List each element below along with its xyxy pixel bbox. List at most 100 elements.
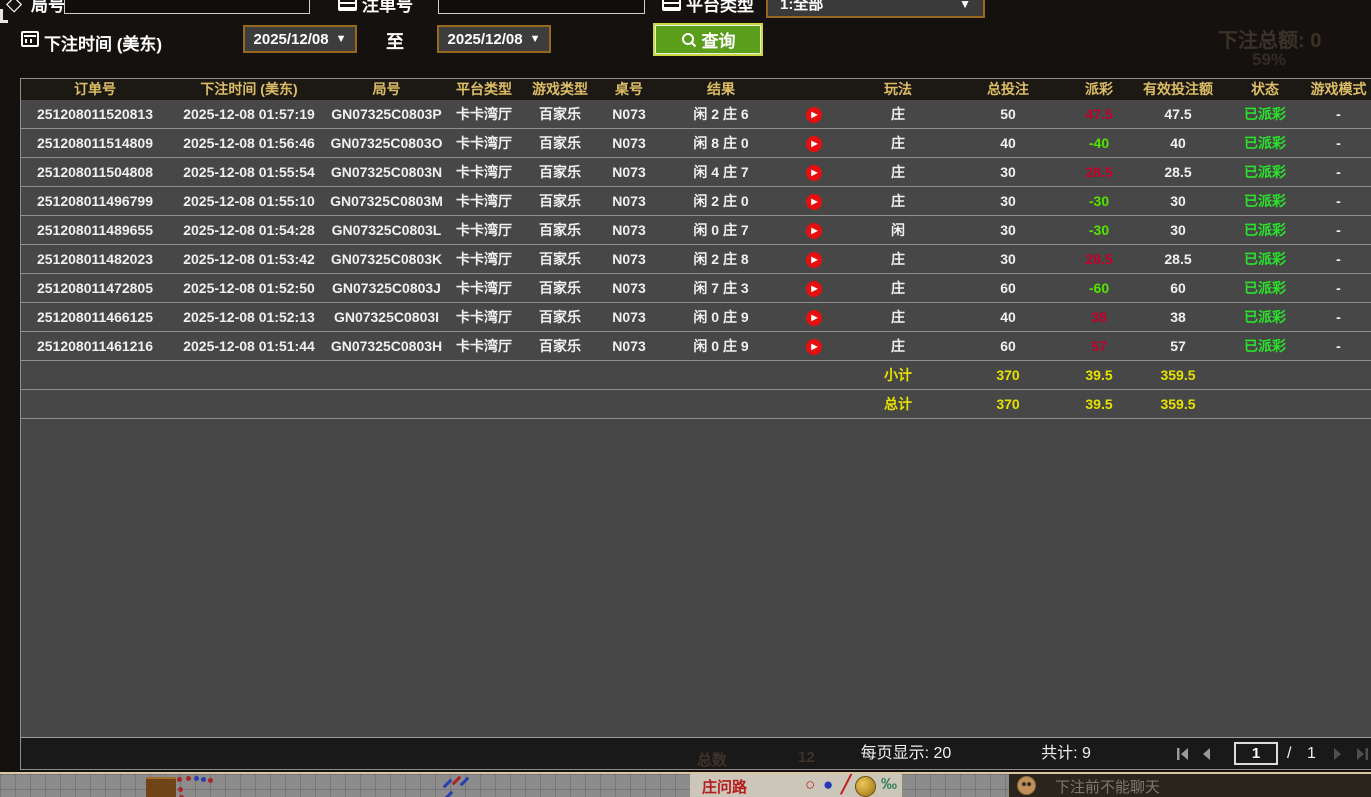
order-id: 251208011520813: [36, 106, 154, 122]
play-result-icon[interactable]: ▶: [806, 339, 822, 356]
permille-symbol: ‰: [881, 776, 897, 793]
game-mode: -: [1336, 135, 1341, 151]
game-mode: -: [1336, 251, 1341, 267]
totals-empty-cell: [524, 390, 596, 418]
status: 已派彩: [1244, 135, 1286, 151]
order-id: 251208011514809: [36, 135, 154, 151]
table-id: N073: [612, 164, 646, 180]
platform-label: 平台类型: [686, 0, 754, 15]
game-mode: -: [1336, 338, 1341, 354]
totals-empty-cell: [662, 361, 780, 389]
result: 闲 2 庄 8: [693, 251, 749, 267]
table-id: N073: [612, 106, 646, 122]
page-separator: /: [1287, 745, 1292, 762]
platform-select[interactable]: 1:全部 ▼: [766, 0, 985, 18]
payout: 28.5: [1085, 251, 1113, 267]
to-label: 至: [386, 32, 404, 52]
result: 闲 0 庄 9: [693, 338, 749, 354]
table-row: 251208011489655 2025-12-08 01:54:28 GN0732…: [21, 216, 1371, 245]
totals-payout: 39.5: [1085, 396, 1113, 412]
totals-empty-cell: [169, 361, 329, 389]
game-type: 百家乐: [539, 222, 581, 238]
betting-records-screen: 下注总额: 0 59% ◇ 局号 注单号 平台类型 1:全部 ▼ 下注时间 (美…: [0, 0, 1371, 797]
order-input[interactable]: [438, 0, 645, 14]
order-id: 251208011466125: [36, 309, 154, 325]
totals-empty-cell: [21, 390, 169, 418]
page-number-input[interactable]: [1234, 742, 1278, 765]
totals-empty-cell: [1226, 361, 1304, 389]
roadmap-red-dot: [208, 778, 213, 783]
totals-empty-cell: [780, 361, 848, 389]
query-button-label: 查询: [701, 32, 736, 51]
last-page-button[interactable]: [1355, 747, 1369, 761]
game-background-strip: 庄问路 ○ ● ╱ ‰ 下注前不能聊天: [0, 772, 1371, 797]
records-table-panel: 订单号 下注时间 (美东) 局号 平台类型 游戏类型 桌号 结果 玩法 总投注 派彩 有效投注额 状态…: [20, 78, 1371, 770]
play-icon-cell: ▶: [780, 100, 848, 128]
play-result-icon[interactable]: ▶: [806, 136, 822, 153]
page-total: 1: [1307, 745, 1316, 762]
table-footer: 每页显示: 20 共计: 9 / 1: [21, 737, 1371, 769]
bet-option: 庄: [891, 164, 905, 180]
grand-total-row: 总计 370 39.5 359.5: [21, 390, 1371, 419]
play-result-icon[interactable]: ▶: [806, 165, 822, 182]
valid-bet: 38: [1170, 309, 1186, 325]
game-type: 百家乐: [539, 251, 581, 267]
round-input[interactable]: [64, 0, 310, 14]
totals-empty-cell: [21, 361, 169, 389]
play-result-icon[interactable]: ▶: [806, 252, 822, 269]
game-mode: -: [1336, 106, 1341, 122]
order-id: 251208011482023: [36, 251, 154, 267]
date-to-select[interactable]: 2025/12/08 ▼: [437, 25, 551, 53]
column-header-valid-bet: 有效投注额: [1143, 81, 1213, 97]
chat-bar: 下注前不能聊天: [1009, 774, 1371, 797]
page-size-label: 每页显示: 20: [860, 745, 952, 762]
totals-empty-cell: [169, 390, 329, 418]
total-bet: 60: [1000, 280, 1016, 296]
round-id: GN07325C0803J: [332, 280, 441, 296]
hollow-circle-symbol: ○: [805, 775, 816, 794]
game-type: 百家乐: [539, 193, 581, 209]
date-from-select[interactable]: 2025/12/08 ▼: [243, 25, 357, 53]
table-row: 251208011472805 2025-12-08 01:52:50 GN0732…: [21, 274, 1371, 303]
platform-type: 卡卡湾厅: [456, 251, 512, 267]
payout: -30: [1088, 222, 1110, 238]
bet-option: 庄: [891, 280, 905, 296]
filter-bar: 下注总额: 0 59% ◇ 局号 注单号 平台类型 1:全部 ▼ 下注时间 (美…: [0, 0, 1371, 78]
bet-time: 2025-12-08 01:56:46: [183, 135, 315, 151]
bet-option: 闲: [891, 222, 905, 238]
order-label: 注单号: [362, 0, 413, 15]
bet-option: 庄: [891, 309, 905, 325]
valid-bet: 57: [1170, 338, 1186, 354]
totals-empty-cell: [596, 390, 662, 418]
valid-bet: 30: [1170, 222, 1186, 238]
prev-page-button[interactable]: [1199, 747, 1213, 761]
round-label: 局号: [31, 0, 65, 15]
order-id: 251208011472805: [36, 280, 154, 296]
table-row: 251208011514809 2025-12-08 01:56:46 GN0732…: [21, 129, 1371, 158]
roadmap-blue-dot: [201, 777, 206, 782]
play-result-icon[interactable]: ▶: [806, 223, 822, 240]
bet-option: 庄: [891, 106, 905, 122]
column-header-order-id: 订单号: [74, 81, 116, 97]
table-row: 251208011461216 2025-12-08 01:51:44 GN0732…: [21, 332, 1371, 361]
totals-empty-cell: [524, 361, 596, 389]
total-bet: 60: [1000, 338, 1016, 354]
first-page-button[interactable]: [1176, 747, 1190, 761]
play-result-icon[interactable]: ▶: [806, 107, 822, 124]
next-page-button[interactable]: [1331, 747, 1345, 761]
bet-option: 庄: [891, 251, 905, 267]
round-id: GN07325C0803H: [330, 338, 443, 354]
column-header-bet-option: 玩法: [884, 81, 912, 97]
play-result-icon[interactable]: ▶: [806, 310, 822, 327]
play-result-icon[interactable]: ▶: [806, 281, 822, 298]
query-button[interactable]: 查询: [653, 23, 763, 56]
totals-bet: 370: [996, 367, 1020, 383]
platform-type: 卡卡湾厅: [456, 106, 512, 122]
payout: 38: [1091, 309, 1107, 325]
result: 闲 0 庄 7: [693, 222, 749, 238]
totals-empty-cell: [662, 390, 780, 418]
play-result-icon[interactable]: ▶: [806, 194, 822, 211]
table-id: N073: [612, 135, 646, 151]
bet-time: 2025-12-08 01:54:28: [183, 222, 315, 238]
table-row: 251208011504808 2025-12-08 01:55:54 GN0732…: [21, 158, 1371, 187]
